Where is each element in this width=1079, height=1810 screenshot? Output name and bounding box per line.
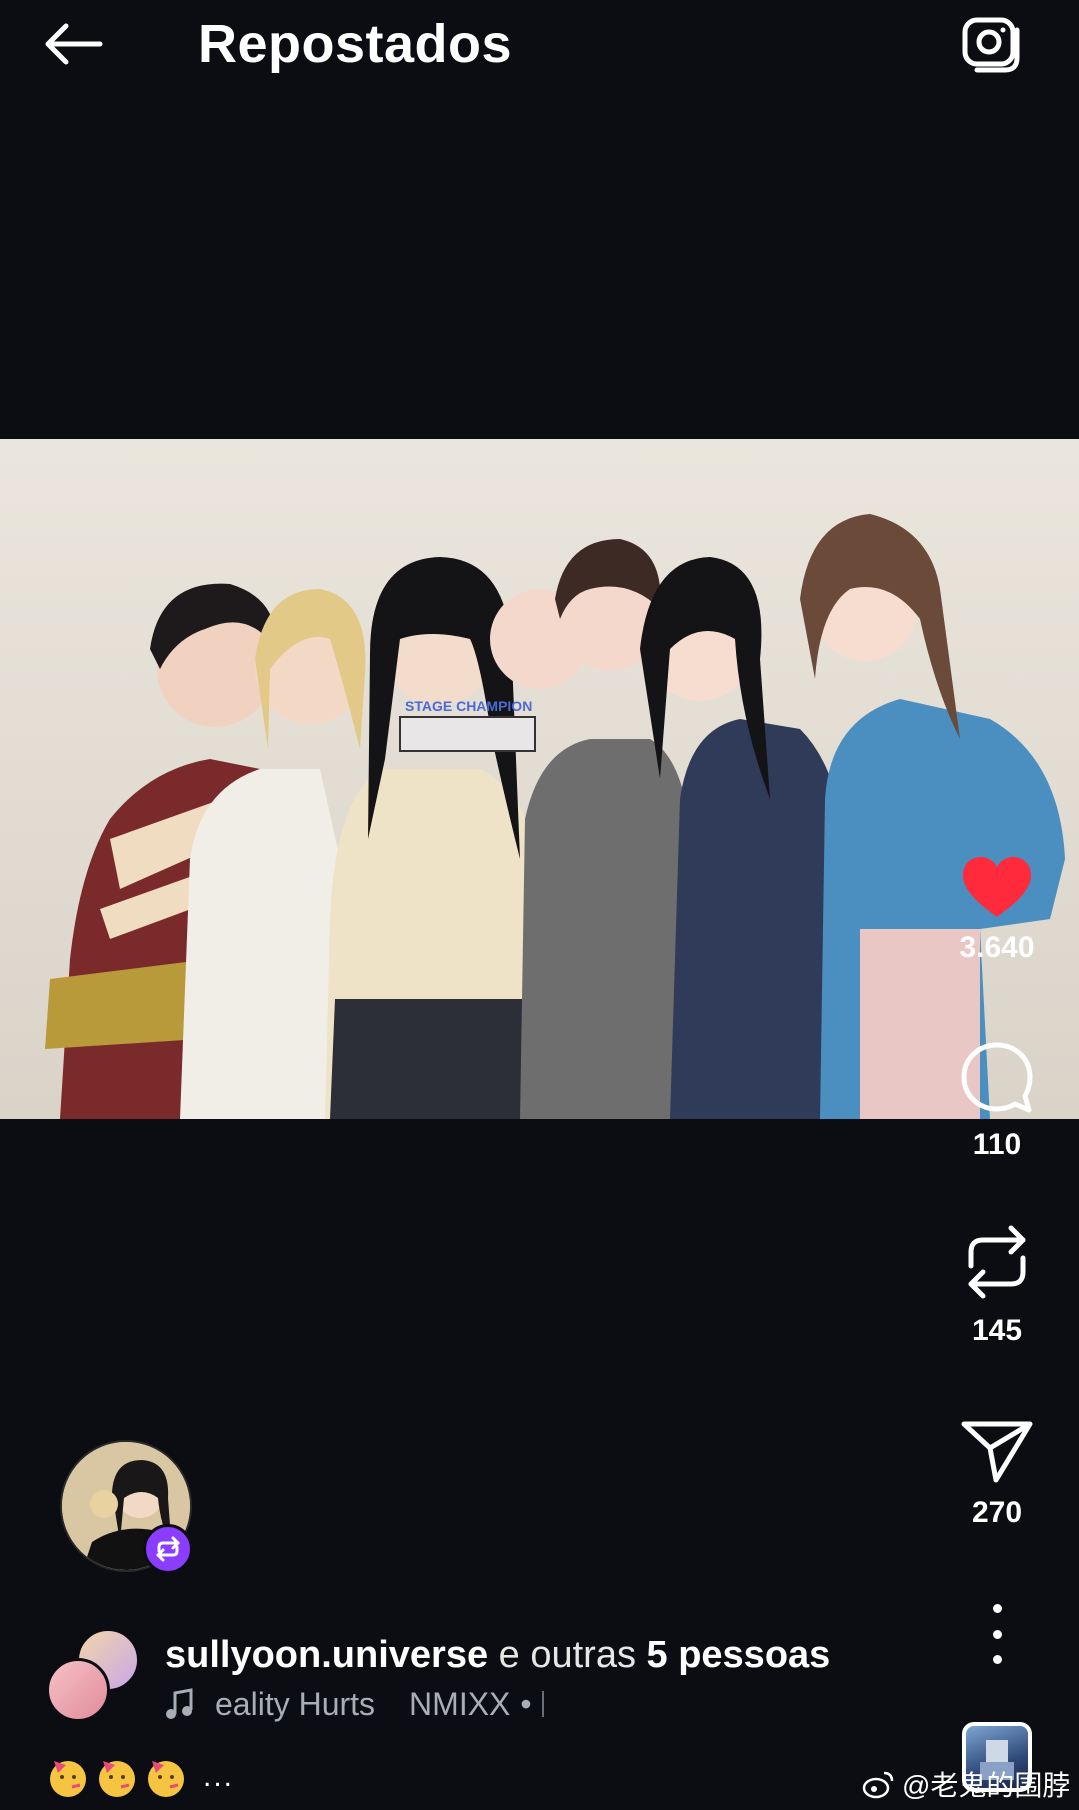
music-info[interactable]: eality Hurts NMIXX • (165, 1682, 544, 1726)
reposters-others[interactable]: 5 pessoas (647, 1634, 831, 1676)
party-face-emoji-icon (148, 1761, 184, 1797)
page-title: Repostados (198, 14, 513, 74)
caption[interactable]: ... (46, 1752, 234, 1802)
arrow-left-icon (45, 23, 103, 65)
camera-button[interactable] (955, 6, 1029, 80)
repost-count: 145 (971, 1314, 1023, 1347)
avatar (46, 1658, 110, 1722)
send-icon (961, 1421, 1033, 1483)
reposters-avatars[interactable] (46, 1628, 146, 1724)
music-separator: • (520, 1686, 532, 1722)
comment-count: 110 (972, 1128, 1022, 1161)
weibo-logo-icon (862, 1769, 896, 1799)
caption-more[interactable]: ... (203, 1760, 234, 1794)
like-action[interactable]: 3.640 (937, 855, 1057, 965)
repost-badge (143, 1524, 193, 1574)
like-count: 3.640 (959, 931, 1035, 964)
party-face-emoji-icon (50, 1761, 86, 1797)
watermark: @老鬼的围脖 (862, 1764, 1070, 1804)
reposter-username[interactable]: sullyoon.universe (165, 1634, 488, 1676)
dot-icon (992, 1629, 1002, 1639)
more-options-button[interactable] (977, 1604, 1017, 1664)
reposters-text[interactable]: sullyoon.universe e outras 5 pessoas (165, 1630, 830, 1680)
heart-icon (963, 857, 1031, 917)
camera-icon (962, 17, 1020, 73)
share-count: 270 (971, 1496, 1023, 1529)
dot-icon (992, 1655, 1002, 1664)
music-artist: NMIXX (409, 1686, 511, 1722)
reels-screen: Repostados STAGE CHAMPION 3.640 110 145 … (0, 0, 1079, 1810)
trophy-text: STAGE CHAMPION (405, 698, 532, 714)
comment-icon (961, 1042, 1033, 1113)
marquee-divider (541, 1691, 544, 1717)
group-photo-image: STAGE CHAMPION (0, 439, 1079, 1119)
repost-action[interactable]: 145 (937, 1222, 1057, 1348)
back-button[interactable] (40, 12, 120, 76)
share-action[interactable]: 270 (937, 1418, 1057, 1530)
dot-icon (992, 1604, 1002, 1613)
music-note-icon (165, 1688, 193, 1720)
post-photo[interactable]: STAGE CHAMPION (0, 439, 1079, 1119)
comment-action[interactable]: 110 (937, 1040, 1057, 1162)
repost-icon (968, 1225, 1026, 1299)
repost-small-icon (156, 1536, 180, 1562)
watermark-text: @老鬼的围脖 (902, 1770, 1071, 1801)
music-title: eality Hurts (215, 1686, 376, 1722)
reposters-connector: e outras (488, 1634, 647, 1676)
party-face-emoji-icon (99, 1761, 135, 1797)
